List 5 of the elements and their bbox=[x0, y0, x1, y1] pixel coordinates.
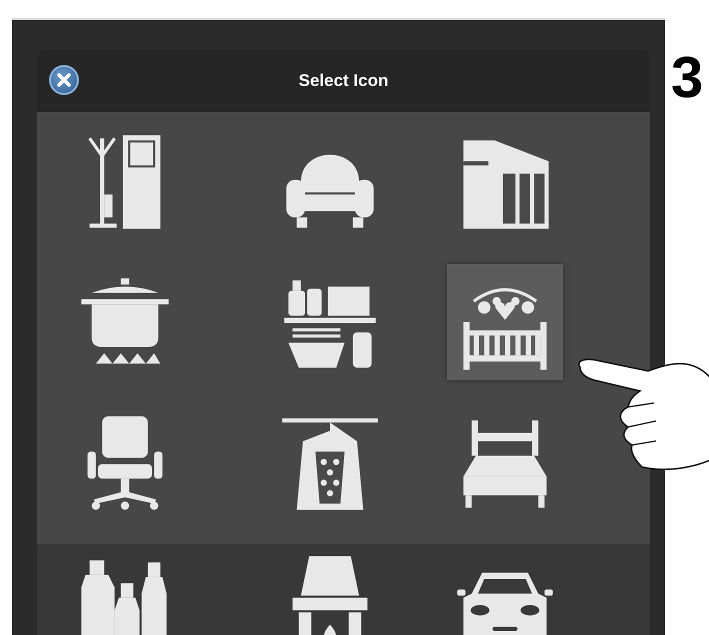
close-button[interactable] bbox=[49, 65, 79, 95]
close-icon bbox=[56, 72, 72, 88]
icon-option[interactable] bbox=[447, 264, 563, 380]
dialog-title: Select Icon bbox=[298, 71, 388, 91]
step-number: 3 bbox=[671, 44, 704, 111]
